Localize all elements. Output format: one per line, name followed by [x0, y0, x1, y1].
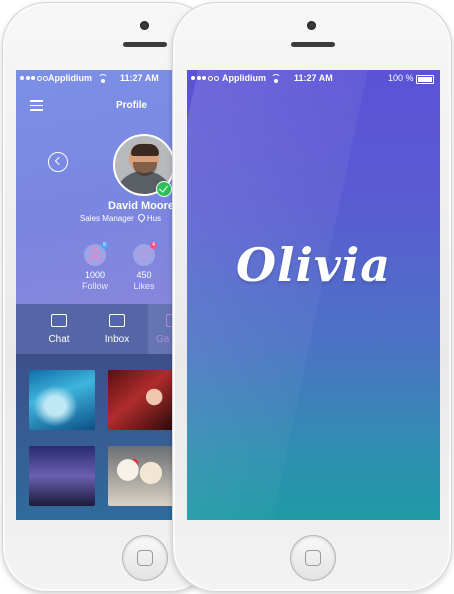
avatar-hair [131, 144, 159, 156]
likes-count: 450 [136, 270, 152, 280]
user-location: Hus [146, 214, 162, 223]
carrier-label: Applidium [48, 73, 92, 83]
verified-check-icon [156, 181, 172, 197]
wifi-icon [271, 74, 281, 83]
tab-inbox[interactable]: Inbox [92, 304, 142, 354]
app-logo-text: Olivia [235, 238, 392, 292]
user-name: David Moore [108, 200, 175, 212]
gallery-photo-portrait[interactable] [108, 370, 174, 430]
likes-badge: 4 [150, 242, 157, 249]
earpiece-speaker [123, 42, 167, 47]
battery-percent: 100 % [388, 73, 414, 83]
gallery-photo-surf[interactable] [29, 370, 95, 430]
gallery-photo-dessert[interactable] [108, 446, 174, 506]
follow-stat-button[interactable]: 8 [84, 242, 108, 266]
battery-icon [416, 75, 434, 84]
user-role: Sales Manager [80, 214, 134, 223]
follow-label: Follow [81, 281, 108, 291]
front-camera [307, 21, 316, 30]
avatar-beard [133, 162, 157, 176]
user-role-line: Sales Manager Hus [80, 212, 162, 223]
person-icon [91, 248, 99, 256]
front-camera [140, 21, 149, 30]
earpiece-speaker [291, 42, 335, 47]
follow-count: 1000 [84, 270, 106, 280]
tab-chat-label: Chat [48, 334, 70, 345]
follow-badge: 8 [101, 242, 108, 249]
gallery-photo-bridge[interactable] [29, 446, 95, 506]
likes-stat-button[interactable]: ♡ 4 [133, 242, 157, 266]
person-body [89, 256, 101, 262]
heart-icon: ♡ [138, 246, 151, 262]
screen-glare [187, 70, 373, 520]
signal-dots-icon [20, 76, 48, 81]
location-pin-icon [136, 212, 147, 223]
likes-label: Likes [133, 281, 155, 291]
chat-icon [51, 314, 67, 327]
home-button[interactable] [122, 535, 168, 581]
signal-dots-icon [191, 76, 219, 81]
wifi-icon [98, 74, 108, 83]
carrier-label: Applidium [222, 73, 266, 83]
back-arrow-icon[interactable] [48, 152, 68, 172]
home-button[interactable] [290, 535, 336, 581]
splash-screen: Applidium 11:27 AM 100 % Olivia [187, 70, 440, 520]
mail-icon [109, 314, 125, 327]
tab-chat[interactable]: Chat [34, 304, 84, 354]
tab-inbox-label: Inbox [104, 334, 130, 345]
clock-label: 11:27 AM [120, 73, 159, 83]
clock-label: 11:27 AM [294, 73, 333, 83]
